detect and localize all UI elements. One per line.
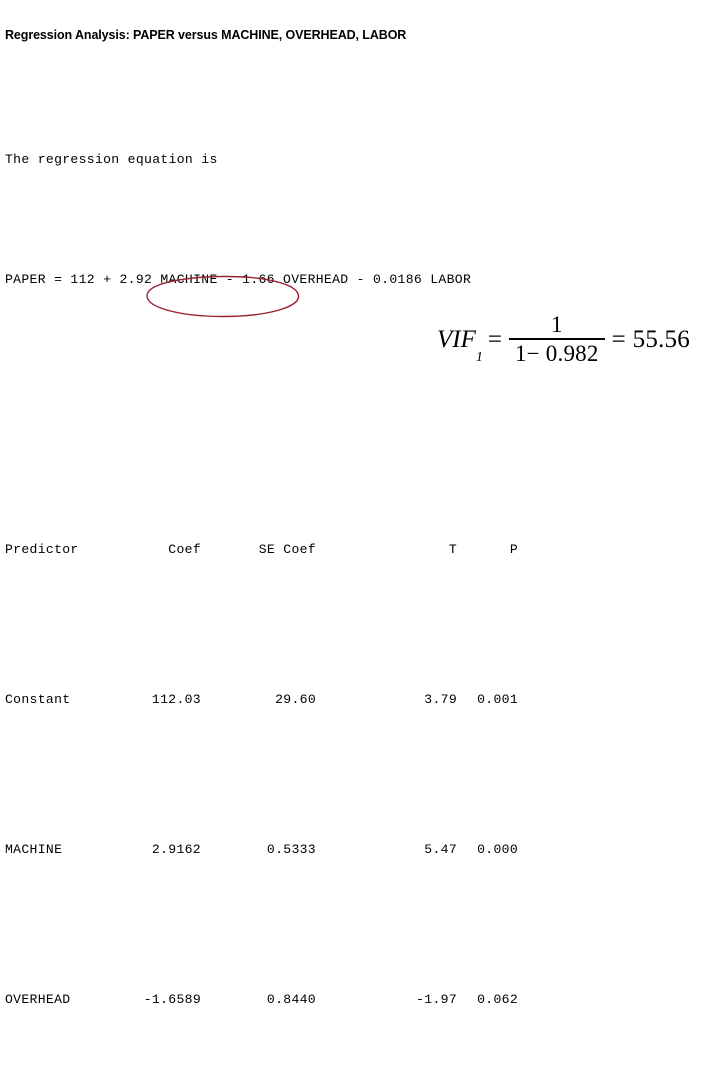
table-row: MACHINE 2.9162 0.5333 5.47 0.000	[5, 835, 705, 865]
regression-equation-line: PAPER = 112 + 2.92 MACHINE - 1.66 OVERHE…	[5, 265, 705, 295]
page-title: Regression Analysis: PAPER versus MACHIN…	[5, 28, 407, 42]
vif-result-value: 55.56	[632, 326, 690, 353]
coef-row-p: 0.062	[477, 992, 518, 1007]
coef-row-p: 0.000	[477, 842, 518, 857]
vif-equals-sign: =	[487, 326, 502, 353]
spacer-line-1	[5, 385, 705, 415]
vif-fraction: 1 1− 0.982	[508, 312, 605, 367]
equation-intro-text: The regression equation is	[5, 152, 218, 167]
vif-symbol: VIF	[437, 326, 476, 353]
vif-subscript: 1	[475, 350, 483, 365]
table-row: Constant 112.03 29.60 3.79 0.001	[5, 685, 705, 715]
vif-formula: VIF 1 = 1 1− 0.982 = 55.56	[437, 312, 690, 367]
coef-row-p: 0.001	[477, 692, 518, 707]
vif-numerator: 1	[551, 312, 563, 337]
vif-denominator: 1− 0.982	[514, 341, 599, 366]
equation-intro-line: The regression equation is	[5, 145, 705, 175]
regression-output-block: The regression equation is PAPER = 112 +…	[5, 55, 705, 1080]
regression-equation-text: PAPER = 112 + 2.92 MACHINE - 1.66 OVERHE…	[5, 272, 472, 287]
slide-canvas: Regression Analysis: PAPER versus MACHIN…	[0, 0, 720, 1007]
table-row: OVERHEAD -1.6589 0.8440 -1.97 0.062	[5, 985, 705, 1015]
vif-result-equals-sign: =	[611, 326, 626, 353]
